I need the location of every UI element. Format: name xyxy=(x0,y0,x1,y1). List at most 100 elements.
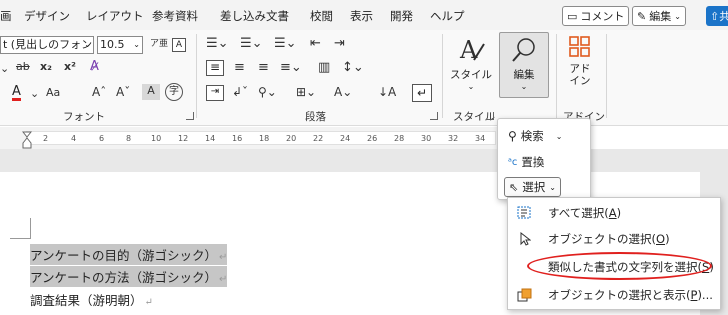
align-center-icon[interactable]: ≡ xyxy=(234,60,245,75)
tab-draw[interactable]: 画 xyxy=(0,8,12,24)
paragraph-mark-icon: ↵ xyxy=(219,274,228,285)
chevron-down-icon: ⌄ xyxy=(84,40,91,49)
numbering-icon[interactable]: ☰⌄ xyxy=(240,36,263,51)
font-group-label: フォント xyxy=(63,111,105,123)
decrease-indent-icon[interactable]: ⇤ xyxy=(310,36,321,51)
align-right-icon[interactable]: ≡ xyxy=(258,60,269,75)
subscript-button[interactable]: x₂ xyxy=(40,60,52,73)
comment-icon: ▭ xyxy=(567,9,578,23)
document-line[interactable]: アンケートの方法（游ゴシック） ↵ xyxy=(30,266,228,287)
ruler-tick: 20 xyxy=(286,134,297,143)
columns-icon[interactable]: ▥ xyxy=(318,60,330,75)
replace-icon: ᵃc xyxy=(508,156,518,168)
tab-marker-icon[interactable]: ↲ˇ xyxy=(232,85,248,99)
chevron-down-icon: ⌄ xyxy=(467,82,475,91)
ruler-tick: 12 xyxy=(178,134,189,143)
ruler-tick: 26 xyxy=(367,134,378,143)
line-spacing-icon[interactable]: ↕⌄ xyxy=(342,60,364,75)
selection-pane-item[interactable]: オブジェクトの選択と表示(P)... xyxy=(516,284,713,306)
font-color-button[interactable]: A xyxy=(12,85,21,101)
tab-design[interactable]: デザイン xyxy=(24,8,70,24)
ruler-tick: 10 xyxy=(151,134,162,143)
cursor-arrow-icon: ⇖ xyxy=(509,180,519,194)
shrink-font-button[interactable]: Aˇ xyxy=(116,85,130,99)
change-case-button[interactable]: Aa xyxy=(46,86,60,99)
document-line[interactable]: 調査結果（游明朝） ↵ xyxy=(30,289,153,310)
multilevel-list-icon[interactable]: ☰⌄ xyxy=(274,36,297,51)
selection-pane-icon xyxy=(516,287,534,303)
addins-icon xyxy=(569,36,590,57)
paragraph-group-label: 段落 xyxy=(305,111,326,123)
group-separator xyxy=(556,34,557,118)
highlight-button[interactable]: A xyxy=(142,84,160,100)
text-effects-icon[interactable]: A̷ xyxy=(90,59,99,74)
shading-icon[interactable]: ⚲⌄ xyxy=(258,85,277,99)
enclose-char-icon[interactable]: A xyxy=(172,38,186,52)
chevron-down-icon[interactable]: ⌄ xyxy=(0,62,9,75)
ribbon: t (見出しのフォン ⌄ 10.5 ⌄ ア亜 A ⌄ ab x₂ x² A̷ A ⌄… xyxy=(0,30,728,126)
document-line[interactable]: アンケートの目的（游ゴシック） ↵ xyxy=(30,244,228,265)
word-window: { "tabs": ["画", "デザイン", "レイアウト", "参考資料",… xyxy=(0,0,728,315)
increase-indent-icon[interactable]: ⇥ xyxy=(334,36,345,51)
editing-button-content: 編集 ⌄ xyxy=(500,36,548,91)
share-button[interactable]: ⇧ 共 xyxy=(706,6,728,26)
tab-mailings[interactable]: 差し込み文書 xyxy=(220,8,289,24)
styles-button[interactable]: A スタイル ⌄ xyxy=(446,34,496,91)
grow-font-button[interactable]: Aˆ xyxy=(92,85,106,99)
tab-layout[interactable]: レイアウト xyxy=(86,8,144,24)
paragraph-mark-icon: ↵ xyxy=(144,297,153,308)
ruler-tick: 34 xyxy=(475,134,486,143)
ribbon-tabs: 画 デザイン レイアウト 参考資料 差し込み文書 校閲 表示 開発 ヘルプ ▭ … xyxy=(0,0,728,30)
tab-review[interactable]: 校閲 xyxy=(310,8,333,24)
font-name-combo[interactable]: t (見出しのフォン ⌄ xyxy=(0,36,94,54)
tab-developer[interactable]: 開発 xyxy=(390,8,413,24)
show-marks-icon[interactable]: ↵ xyxy=(412,84,432,102)
pencil-icon: ✎ xyxy=(637,9,647,23)
enclosed-char-button[interactable]: 字 xyxy=(165,83,183,101)
indent-marker-icon[interactable] xyxy=(22,131,32,149)
tab-references[interactable]: 参考資料 xyxy=(152,8,198,24)
asian-layout-icon[interactable]: A⌄ xyxy=(334,85,352,99)
chevron-down-icon: ⌄ xyxy=(555,131,563,141)
strikethrough-button[interactable]: ab xyxy=(16,60,30,73)
replace-button[interactable]: ᵃc 置換 xyxy=(504,152,548,172)
font-dialog-launcher-icon[interactable] xyxy=(186,112,194,120)
ruler-tick: 8 xyxy=(126,134,132,143)
group-separator xyxy=(442,34,443,118)
select-button[interactable]: ⇖ 選択 ⌄ xyxy=(504,177,561,197)
font-size-combo[interactable]: 10.5 ⌄ xyxy=(97,36,143,54)
ruler-tick: 14 xyxy=(205,134,216,143)
bullets-icon[interactable]: ☰⌄ xyxy=(206,36,229,51)
paragraph-mark-icon: ↵ xyxy=(219,252,228,263)
select-all-item[interactable]: すべて選択(A) xyxy=(516,202,621,224)
align-left-icon[interactable]: ≡ xyxy=(206,60,224,76)
edit-mode-button[interactable]: ✎ 編集 ⌄ xyxy=(632,6,686,26)
justify-icon[interactable]: ≡⌄ xyxy=(280,60,302,75)
borders-icon[interactable]: ⊞⌄ xyxy=(296,85,316,99)
furigana-icon[interactable]: ア亜 xyxy=(150,36,168,49)
chevron-down-icon[interactable]: ⌄ xyxy=(30,87,39,100)
group-separator xyxy=(606,34,607,118)
highlight-annotation-ellipse xyxy=(527,252,712,280)
cursor-arrow-icon xyxy=(516,231,534,247)
paragraph-dialog-launcher-icon[interactable] xyxy=(430,112,438,120)
addins-button[interactable]: アド イン xyxy=(560,34,600,87)
tab-view[interactable]: 表示 xyxy=(350,8,373,24)
superscript-button[interactable]: x² xyxy=(64,60,76,73)
styles-icon: A xyxy=(459,36,485,64)
style-dialog-launcher-icon[interactable] xyxy=(486,112,494,120)
editing-button[interactable]: 編集 ⌄ xyxy=(499,32,549,98)
group-separator xyxy=(196,34,197,118)
indent-marker-icon[interactable]: ⇥ xyxy=(206,85,224,101)
sort-icon[interactable]: ↓A xyxy=(378,85,396,99)
margin-corner-mark xyxy=(10,238,31,239)
select-objects-item[interactable]: オブジェクトの選択(O) xyxy=(516,228,670,250)
ruler-tick: 30 xyxy=(421,134,432,143)
ruler-tick: 22 xyxy=(313,134,324,143)
horizontal-ruler[interactable]: 2 4 6 8 10 12 14 16 18 20 22 24 26 28 30… xyxy=(0,127,510,149)
find-button[interactable]: ⚲ 検索 ⌄ xyxy=(504,126,567,146)
editing-menu: ⚲ 検索 ⌄ ᵃc 置換 ⇖ 選択 ⌄ xyxy=(497,118,591,200)
ruler-tick: 18 xyxy=(259,134,270,143)
comment-button[interactable]: ▭ コメント xyxy=(562,6,630,26)
tab-help[interactable]: ヘルプ xyxy=(430,8,465,24)
